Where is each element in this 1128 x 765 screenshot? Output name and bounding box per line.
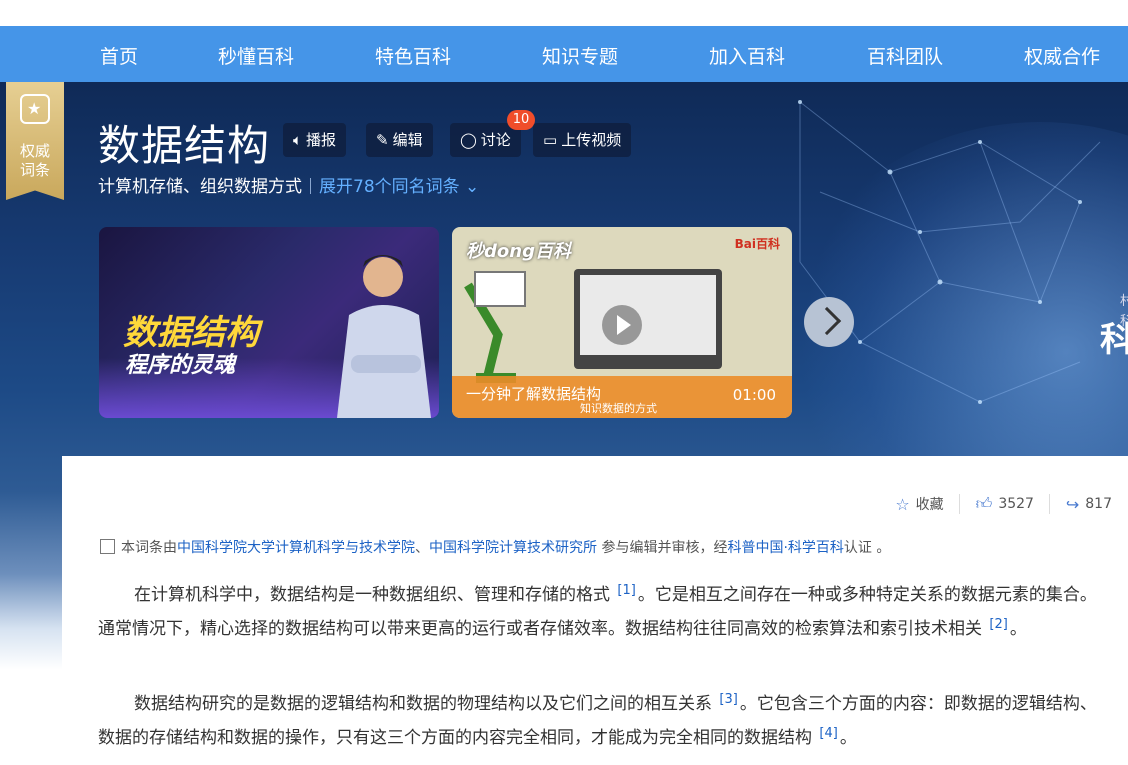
collect-label: 收藏 (915, 497, 944, 513)
paragraph-1: 在计算机科学中，数据结构是一种数据组织、管理和存储的格式 [1] 。它是相互之间存… (98, 583, 1097, 639)
edit-button[interactable]: ✎ 编辑 (366, 123, 433, 157)
medal-icon (20, 94, 50, 124)
top-strip (0, 0, 1128, 26)
same-name-entries-link[interactable]: 展开78个同名词条 ⌄ (319, 177, 479, 197)
chevron-down-icon: ⌄ (465, 177, 480, 197)
upload-label: 上传视频 (561, 131, 622, 149)
laptop-illustration (574, 269, 722, 369)
like-count: 3527 (998, 496, 1034, 512)
thumb-up-icon: 👍︎ (975, 494, 993, 513)
video-icon: ▭ (543, 131, 558, 149)
miaodong-logo: 秒dong百科 (466, 241, 571, 262)
play-icon[interactable] (602, 305, 642, 345)
top-nav: 首页 秒懂百科 特色百科 知识专题 加入百科 百科团队 权威合作 (0, 26, 1128, 82)
video-card-course[interactable]: 数据结构 程序的灵魂 (99, 227, 439, 418)
collect-button[interactable]: ☆ 收藏 (895, 494, 943, 514)
baidu-baike-logo: Bai百科 (734, 237, 780, 251)
broadcast-button[interactable]: 🔈︎ 播报 (283, 123, 347, 157)
authority-badge: 权威词条 (6, 82, 64, 200)
paragraph-2: 数据结构研究的是数据的逻辑结构和数据的物理结构以及它们之间的相互关系 [3] 。它… (98, 692, 1097, 748)
presenter-image (337, 255, 431, 418)
org-link-ucas[interactable]: 中国科学院大学计算机科学与技术学院 (177, 540, 415, 556)
ref-4[interactable]: [4] (819, 726, 837, 741)
video-duration: 01:00 (732, 386, 776, 404)
badge-label-2: 词条 (19, 161, 50, 179)
video-subtitle-text: 知识数据的方式 (580, 402, 657, 415)
nav-item-topics[interactable]: 知识专题 (542, 42, 618, 69)
edit-label: 编辑 (392, 131, 423, 149)
org-link-ict[interactable]: 中国科学院计算技术研究所 (429, 540, 597, 556)
entry-subtitle-row: 计算机存储、组织数据方式 展开78个同名词条 ⌄ (98, 172, 479, 197)
nav-item-miaodong[interactable]: 秒懂百科 (218, 42, 294, 69)
ref-1[interactable]: [1] (617, 583, 635, 598)
action-bar: ☆ 收藏 👍︎ 3527 ↪ 817 (895, 494, 1112, 514)
pencil-icon: ✎ (376, 131, 389, 149)
discuss-label: 讨论 (480, 131, 511, 149)
broadcast-label: 播报 (306, 131, 337, 149)
org-link-kepu[interactable]: 科普中国·科学百科 (727, 540, 843, 556)
comment-icon: ◯ (460, 131, 477, 149)
entry-subtitle: 计算机存储、组织数据方式 (98, 177, 302, 197)
card1-subtitle: 程序的灵魂 (125, 353, 236, 378)
nav-item-home[interactable]: 首页 (100, 42, 138, 69)
like-button[interactable]: 👍︎ 3527 (976, 494, 1034, 514)
nav-item-cooperation[interactable]: 权威合作 (1024, 42, 1100, 69)
document-icon (100, 539, 115, 554)
nav-item-join[interactable]: 加入百科 (709, 42, 785, 69)
badge-label-1: 权威 (19, 142, 50, 160)
calendar-illustration (474, 271, 526, 307)
ref-3[interactable]: [3] (719, 692, 737, 707)
certification-note: 本词条由中国科学院大学计算机科学与技术学院、中国科学院计算技术研究所 参与编辑并… (100, 537, 890, 557)
entry-title: 数据结构 (98, 121, 271, 170)
nav-item-team[interactable]: 百科团队 (867, 42, 943, 69)
share-count: 817 (1085, 496, 1112, 512)
nav-item-special[interactable]: 特色百科 (375, 42, 451, 69)
article-content: ☆ 收藏 👍︎ 3527 ↪ 817 本词条由中国科学院大学计算机科学与技术学院、中国… (62, 456, 1128, 765)
next-arrow-icon[interactable] (804, 297, 854, 347)
share-icon: ↪ (1065, 494, 1080, 514)
share-button[interactable]: ↪ 817 (1066, 495, 1112, 514)
discussion-count-badge: 10 (507, 110, 535, 130)
star-icon: ☆ (895, 494, 910, 514)
ref-2[interactable]: [2] (989, 617, 1007, 632)
speaker-icon: 🔈︎ (293, 131, 303, 149)
hero-big-char: 科 (1100, 320, 1128, 360)
video-card-miaodong[interactable]: 秒dong百科 Bai百科 一分钟了解数据结构 知识数据的方式 01:00 (452, 227, 792, 418)
upload-video-button[interactable]: ▭ 上传视频 (533, 123, 632, 157)
